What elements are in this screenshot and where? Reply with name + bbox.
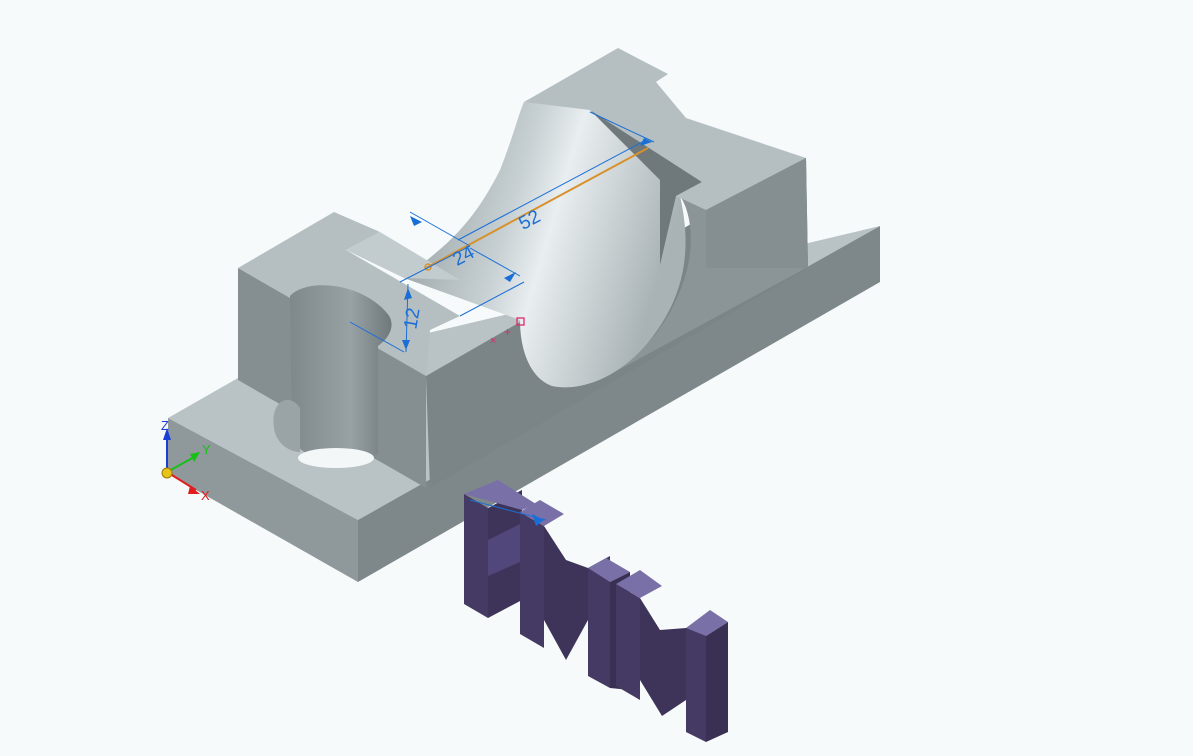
- extruded-text-solid[interactable]: [464, 480, 728, 742]
- z-axis-label: Z: [161, 418, 169, 433]
- letter-m2-right[interactable]: [686, 618, 706, 742]
- dimension-12-value[interactable]: 12: [400, 306, 424, 330]
- letter-f-front[interactable]: [464, 494, 488, 618]
- letter-m1-diag[interactable]: [544, 526, 588, 660]
- 3d-model-viewport[interactable]: 52 24 12 × + Z Y X: [0, 0, 1193, 756]
- letter-m2-diag[interactable]: [640, 598, 686, 716]
- origin-point: [161, 467, 173, 479]
- y-axis-label: Y: [202, 442, 211, 457]
- relation-plus-marker: +: [504, 325, 511, 339]
- x-axis-label: X: [201, 488, 210, 503]
- hole-bottom-opening: [298, 448, 374, 468]
- left-vertical-hole[interactable]: [290, 285, 392, 463]
- letter-m1-left[interactable]: [520, 512, 544, 648]
- relation-x-marker: ×: [490, 335, 496, 347]
- letter-m2-left[interactable]: [616, 584, 640, 700]
- letter-m2-side[interactable]: [706, 622, 728, 742]
